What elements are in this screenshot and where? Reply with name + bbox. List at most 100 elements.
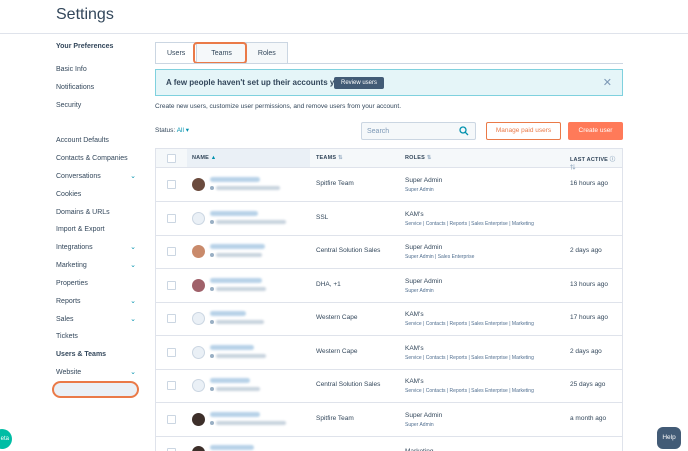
table-row[interactable]: Western Cape KAM's Service | Contacts | Re… <box>155 302 623 336</box>
sidebar-item[interactable]: Contacts & Companies <box>56 154 136 164</box>
table-row[interactable]: Central Solution Sales Super Admin Super A… <box>155 235 623 269</box>
help-button[interactable]: Help <box>657 427 681 449</box>
user-team: Spitfire Team <box>316 180 354 187</box>
user-email-redacted <box>216 353 266 358</box>
sidebar-item[interactable]: Conversations ⌄ <box>56 172 136 182</box>
row-checkbox[interactable] <box>167 347 176 357</box>
column-header-roles[interactable]: ROLES ⇅ <box>405 155 432 161</box>
user-email-icon <box>210 353 214 358</box>
user-name-redacted[interactable] <box>210 244 265 249</box>
user-name-redacted[interactable] <box>210 445 254 450</box>
chevron-down-icon[interactable]: ⌄ <box>130 243 136 253</box>
table-row[interactable]: Marketing <box>155 436 623 451</box>
sidebar-item-label: Contacts & Companies <box>56 155 128 162</box>
row-checkbox[interactable] <box>167 414 176 424</box>
manage-paid-users-button[interactable]: Manage paid users <box>486 122 561 140</box>
user-role: KAM's <box>405 344 424 352</box>
row-checkbox[interactable] <box>167 314 176 323</box>
sidebar-item[interactable]: Website ⌄ <box>56 368 136 378</box>
user-last-active: 16 hours ago <box>570 180 608 187</box>
sidebar-item-label: Reports <box>56 298 81 305</box>
sidebar-item-label: Marketing <box>56 262 87 269</box>
avatar <box>192 446 205 451</box>
search-input[interactable]: Search <box>361 122 476 140</box>
user-role: KAM's <box>405 210 424 218</box>
user-email-redacted <box>216 286 266 291</box>
sidebar-item-label: Sales <box>56 316 74 323</box>
sidebar-item[interactable]: Properties <box>56 279 136 289</box>
sidebar-item[interactable]: Account Defaults <box>56 136 136 146</box>
user-role-detail: Super Admin | Sales Enterprise <box>405 254 475 260</box>
chevron-down-icon[interactable]: ⌄ <box>130 368 136 378</box>
review-users-button[interactable]: Review users <box>334 77 385 89</box>
user-name-redacted[interactable] <box>210 210 258 216</box>
avatar <box>192 245 205 258</box>
user-email-redacted <box>216 253 262 257</box>
close-icon[interactable]: ✕ <box>603 76 612 89</box>
table-row[interactable]: Spitfire Team Super Admin Super Admin 16 ho… <box>155 168 623 202</box>
sidebar-section-title: Your Preferences <box>56 43 114 50</box>
sidebar-active-highlight <box>52 381 139 398</box>
user-role: Super Admin <box>405 411 443 419</box>
table-row[interactable]: DHA, +1 Super Admin Super Admin 13 hours ag… <box>155 268 623 303</box>
user-team: SSL <box>316 213 329 221</box>
teams-tab-highlight <box>193 42 247 64</box>
sidebar-item[interactable]: Domains & URLs <box>56 208 136 218</box>
row-checkbox[interactable] <box>167 280 176 290</box>
sidebar-item[interactable]: Import & Export <box>56 225 136 235</box>
sidebar-item[interactable]: Integrations ⌄ <box>56 243 136 253</box>
sidebar-item[interactable]: Security <box>56 101 136 111</box>
sidebar-item[interactable]: Basic Info <box>56 65 136 75</box>
table-row[interactable]: Western Cape KAM's Service | Contacts | Re… <box>155 335 623 370</box>
user-name-redacted[interactable] <box>210 344 254 350</box>
sidebar-item[interactable]: Tickets <box>56 332 136 342</box>
chevron-down-icon[interactable]: ⌄ <box>130 172 136 182</box>
sidebar-item-label: Security <box>56 102 82 109</box>
chevron-down-icon[interactable]: ⌄ <box>130 261 136 271</box>
user-name-redacted[interactable] <box>210 277 262 283</box>
user-name-redacted[interactable] <box>210 311 246 316</box>
chevron-down-icon[interactable]: ⌄ <box>130 297 136 307</box>
user-email-icon <box>210 219 214 224</box>
sidebar-item[interactable]: Sales ⌄ <box>56 315 136 325</box>
user-last-active: 13 hours ago <box>570 280 608 288</box>
user-team: Spitfire Team <box>316 414 354 422</box>
user-name-redacted[interactable] <box>210 378 250 383</box>
user-name-redacted[interactable] <box>210 177 260 182</box>
tab-users[interactable]: Users <box>155 42 198 64</box>
create-user-button[interactable]: Create user <box>568 122 623 140</box>
sidebar-item-label: Basic Info <box>56 66 87 73</box>
avatar <box>192 345 205 359</box>
select-all-checkbox[interactable] <box>167 154 176 163</box>
user-email-redacted <box>216 387 260 391</box>
table-row[interactable]: Central Solution Sales KAM's Service | Con… <box>155 369 623 403</box>
search-icon[interactable] <box>459 126 469 136</box>
table-row[interactable]: Spitfire Team Super Admin Super Admin a mon… <box>155 402 623 437</box>
chevron-down-icon[interactable]: ⌄ <box>130 315 136 325</box>
user-team: Western Cape <box>316 314 358 321</box>
user-role-detail: Super Admin <box>405 287 434 294</box>
sidebar-item[interactable]: Reports ⌄ <box>56 297 136 307</box>
avatar <box>192 312 205 325</box>
row-checkbox[interactable] <box>167 180 176 189</box>
sidebar-item[interactable]: Marketing ⌄ <box>56 261 136 271</box>
row-checkbox[interactable] <box>167 381 176 390</box>
status-filter-value[interactable]: All <box>177 127 184 134</box>
column-header-name[interactable]: NAME ▲ <box>192 155 216 161</box>
search-placeholder: Search <box>367 128 390 135</box>
sidebar-item[interactable]: Notifications <box>56 83 136 93</box>
tab-roles[interactable]: Roles <box>245 42 288 64</box>
sidebar-item[interactable]: Users & Teams <box>56 350 136 360</box>
table-row[interactable]: SSL KAM's Service | Contacts | Reports | S… <box>155 201 623 236</box>
status-filter[interactable]: Status: All ▾ <box>155 126 189 134</box>
user-last-active: 25 days ago <box>570 381 606 388</box>
sidebar-item-label: Domains & URLs <box>56 209 110 216</box>
banner-text: A few people haven't set up their accoun… <box>166 78 344 87</box>
row-checkbox[interactable] <box>167 213 176 223</box>
status-filter-label: Status: <box>155 127 176 134</box>
sidebar-item[interactable]: Cookies <box>56 190 136 200</box>
chevron-down-icon[interactable]: ▾ <box>186 127 189 134</box>
column-header-teams[interactable]: TEAMS ⇅ <box>316 155 343 161</box>
user-name-redacted[interactable] <box>210 411 260 417</box>
row-checkbox[interactable] <box>167 247 176 256</box>
